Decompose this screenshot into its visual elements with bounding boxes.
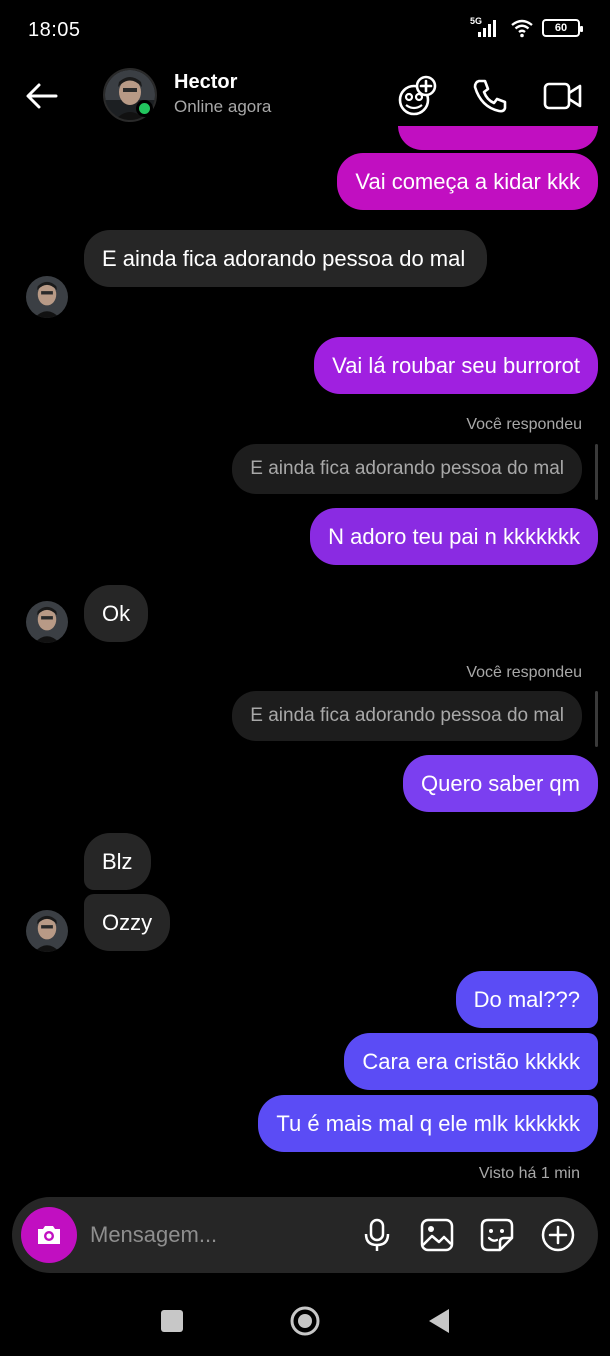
status-bar: 18:05 5G 60 (0, 0, 610, 60)
status-icons: 5G 60 (470, 16, 583, 38)
add-person-icon[interactable] (396, 74, 440, 118)
image-icon[interactable] (418, 1216, 456, 1254)
network-type: 5G (470, 16, 483, 26)
clipped-message-bubble (398, 126, 598, 150)
recent-apps-button[interactable] (160, 1309, 184, 1333)
reply-bar (595, 444, 598, 500)
sent-message[interactable]: N adoro teu pai n kkkkkkk (310, 508, 598, 565)
wifi-icon (511, 19, 533, 38)
status-time: 18:05 (28, 19, 81, 41)
phone-icon[interactable] (468, 74, 512, 118)
contact-name[interactable]: Hector (174, 71, 237, 94)
arrow-left-icon[interactable] (22, 76, 62, 116)
seen-status: Visto há 1 min (478, 1165, 580, 1182)
reply-quote[interactable]: E ainda fica adorando pessoa do mal (232, 444, 582, 494)
sent-message[interactable]: Cara era cristão kkkkk (344, 1033, 598, 1090)
contact-status: Online agora (174, 97, 272, 116)
online-indicator (136, 100, 153, 117)
microphone-icon[interactable] (358, 1216, 396, 1254)
reply-quote[interactable]: E ainda fica adorando pessoa do mal (232, 691, 582, 741)
sent-message[interactable]: Tu é mais mal q ele mlk kkkkkk (258, 1095, 598, 1152)
battery-indicator: 60 (542, 19, 583, 37)
sent-message[interactable]: Vai começa a kidar kkk (337, 153, 598, 210)
message-input[interactable] (90, 1219, 340, 1251)
sticker-icon[interactable] (478, 1216, 516, 1254)
message-composer (12, 1197, 598, 1273)
camera-button[interactable] (21, 1207, 77, 1263)
reply-label: Você respondeu (466, 664, 582, 681)
reply-bar (595, 691, 598, 747)
sent-message[interactable]: Vai lá roubar seu burrorot (314, 337, 598, 394)
sent-message[interactable]: Quero saber qm (403, 755, 598, 812)
contact-avatar-small[interactable] (26, 910, 68, 952)
received-message[interactable]: Ozzy (84, 894, 171, 951)
camera-icon (38, 1226, 60, 1244)
home-button[interactable] (289, 1305, 321, 1337)
received-message[interactable]: E ainda fica adorando pessoa do mal (84, 230, 487, 287)
reply-label: Você respondeu (466, 416, 582, 433)
sent-message[interactable]: Do mal??? (455, 971, 598, 1028)
back-button[interactable] (427, 1308, 451, 1334)
received-message[interactable]: Blz (84, 833, 151, 890)
video-camera-icon[interactable] (541, 74, 585, 118)
signal-icon: 5G (470, 16, 502, 38)
chat-header: Hector Online agora (0, 60, 610, 134)
received-message[interactable]: Ok (84, 585, 149, 642)
system-nav-bar (0, 1290, 610, 1356)
message-text: E ainda fica adorando pessoa do mal (102, 246, 466, 271)
plus-circle-icon[interactable] (539, 1216, 577, 1254)
contact-avatar-small[interactable] (26, 276, 68, 318)
contact-avatar-small[interactable] (26, 601, 68, 643)
